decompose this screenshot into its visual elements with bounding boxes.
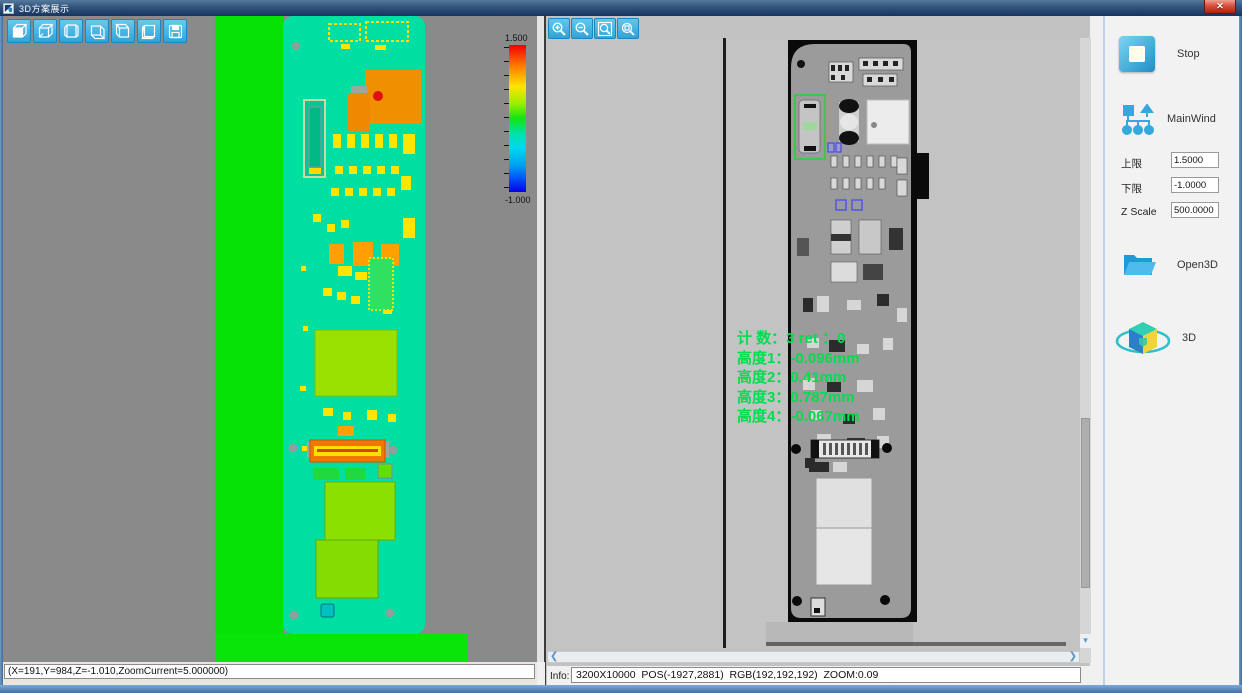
cursor-position-readout: (X=191,Y=984,Z=-1.010,ZoomCurrent=5.0000… [4,664,535,679]
scale-min-label: -1.000 [505,195,531,205]
vertical-scroll-thumb[interactable] [1081,418,1090,588]
heightmap-image[interactable] [215,16,468,662]
heightmap-green-strip [215,16,283,662]
stop-label: Stop [1177,48,1200,60]
zoom-out-icon [574,21,590,37]
color-scale: 1.500 -1.000 [499,33,537,205]
measurement-annotations: 计 数：3 ret ：0 高度1：-0.096mm 高度2：0.41mm 高度3… [737,329,860,427]
window-title: 3D方案展示 [19,2,70,15]
info-label: Info: [550,671,569,682]
cube-wire-icon [63,23,80,40]
threed-button[interactable] [1115,316,1171,362]
cube-wire-icon [115,23,132,40]
zoom-fit-icon [597,21,613,37]
view-left-button[interactable] [59,19,83,43]
heightmap-panel[interactable]: 1.500 -1.000 [3,16,537,662]
view-right-button[interactable] [111,19,135,43]
window-frame-bottom [0,685,1242,693]
view-toolbar [7,19,187,43]
save-view-button[interactable] [163,19,187,43]
horizontal-scrollbar[interactable]: ❮ ❯ [547,651,1080,663]
zoom-in-button[interactable] [548,18,570,39]
app-window: 3D方案展示 ✕ [0,0,1242,693]
annotation-height2: 高度2：0.41mm [737,368,860,388]
info-readout-field[interactable] [571,667,1081,683]
cube-wire-icon [89,23,106,40]
mainwind-button[interactable] [1121,104,1155,136]
zoom-in-icon [551,21,567,37]
zoom-region-button[interactable] [617,18,639,39]
zoom-region-icon [620,21,636,37]
annotation-height3: 高度3：0.787mm [737,388,860,408]
cube-wire-icon [141,23,158,40]
upper-limit-label: 上限 [1121,156,1142,171]
lower-limit-input[interactable] [1171,177,1219,193]
open3d-label: Open3D [1177,259,1218,271]
view-bottom-button[interactable] [137,19,161,43]
zoom-out-button[interactable] [571,18,593,39]
heightmap-green-bottom [215,634,468,662]
view-iso2-button[interactable] [85,19,109,43]
close-button[interactable]: ✕ [1204,0,1236,14]
view-iso1-button[interactable] [33,19,57,43]
heightmap-board [283,16,425,634]
cube-wire-icon [37,23,54,40]
threed-label: 3D [1182,332,1196,344]
vertical-scrollbar[interactable]: ▾ [1080,38,1091,663]
z-scale-input[interactable] [1171,202,1219,218]
cube-front-solid-icon [11,23,28,40]
upper-limit-input[interactable] [1171,152,1219,168]
annotation-height1: 高度1：-0.096mm [737,349,860,369]
panel-splitter[interactable] [537,16,545,662]
app-icon [3,3,14,14]
scale-max-label: 1.500 [505,33,528,43]
control-sidebar: Stop MainWind 上限 下限 Z Scale Open3D [1103,16,1239,685]
scroll-left-icon[interactable]: ❮ [548,652,560,662]
grayscale-panel[interactable]: 计 数：3 ret ：0 高度1：-0.096mm 高度2：0.41mm 高度3… [545,16,1090,685]
annotation-height4: 高度4：-0.067mm [737,407,860,427]
zoom-toolbar [548,18,639,39]
title-bar: 3D方案展示 ✕ [0,0,1242,16]
mainwind-label: MainWind [1167,113,1216,125]
save-icon [167,23,184,40]
left-status-bar: (X=191,Y=984,Z=-1.010,ZoomCurrent=5.0000… [3,662,537,685]
info-status-row: Info: [547,666,1091,685]
z-scale-label: Z Scale [1121,206,1157,218]
zoom-fit-button[interactable] [594,18,616,39]
annotation-count: 计 数：3 ret ：0 [737,329,860,349]
open3d-button[interactable] [1121,250,1157,280]
lower-limit-label: 下限 [1121,181,1142,196]
view-front-button[interactable] [7,19,31,43]
scale-gradient-bar [509,45,526,192]
window-frame-left [0,16,3,685]
scroll-right-icon[interactable]: ❯ [1067,652,1079,662]
stop-button[interactable] [1119,36,1155,72]
stop-icon [1129,46,1145,62]
scroll-down-icon[interactable]: ▾ [1080,634,1091,648]
